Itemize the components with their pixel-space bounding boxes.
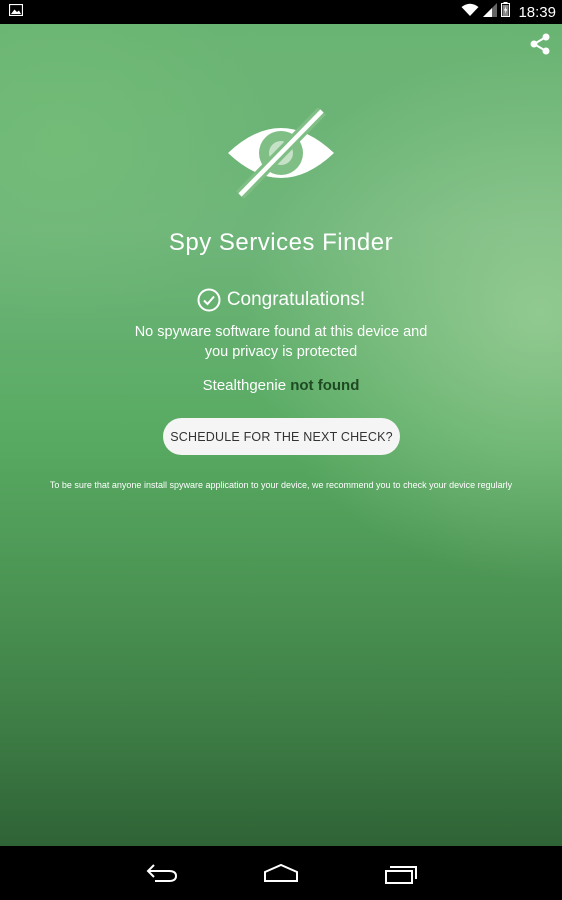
check-circle-icon bbox=[197, 288, 221, 312]
battery-icon bbox=[501, 2, 511, 22]
status-time: 18:39 bbox=[518, 3, 556, 21]
image-notification-icon bbox=[8, 3, 24, 21]
scan-result: Stealthgenie not found bbox=[0, 377, 562, 394]
scanned-app-name: Stealthgenie bbox=[202, 377, 287, 394]
recommendation-footnote: To be sure that anyone install spyware a… bbox=[49, 480, 513, 490]
wifi-icon bbox=[461, 3, 479, 22]
congratulations-text: Congratulations! bbox=[226, 289, 366, 310]
signal-icon bbox=[483, 2, 498, 22]
share-button[interactable] bbox=[526, 30, 554, 58]
status-left bbox=[8, 3, 24, 21]
result-message: No spyware software found at this device… bbox=[134, 324, 428, 360]
status-bar: 18:39 bbox=[0, 0, 562, 24]
navigation-bar bbox=[0, 846, 562, 900]
schedule-next-check-button[interactable]: SCHEDULE FOR THE NEXT CHECK? bbox=[163, 418, 400, 455]
back-button[interactable] bbox=[138, 858, 186, 888]
app-screen: Spy Services Finder Congratulations! No … bbox=[0, 24, 562, 846]
congratulations-heading: Congratulations! bbox=[0, 288, 562, 312]
scan-status: not found bbox=[290, 377, 360, 394]
recent-apps-icon bbox=[385, 866, 417, 884]
status-right: 18:39 bbox=[461, 2, 556, 22]
back-icon bbox=[146, 864, 178, 882]
app-title: Spy Services Finder bbox=[168, 229, 394, 256]
home-icon bbox=[264, 863, 298, 882]
eye-slash-icon bbox=[226, 107, 336, 199]
home-button[interactable] bbox=[257, 858, 305, 888]
share-icon bbox=[530, 33, 550, 55]
recent-apps-button[interactable] bbox=[377, 858, 425, 888]
